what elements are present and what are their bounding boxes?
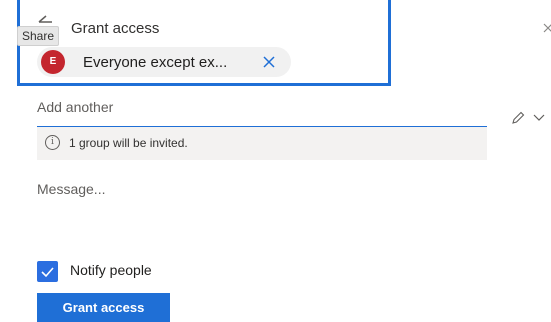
recipient-chip-label: Everyone except ex... [83, 54, 228, 71]
close-icon[interactable] [543, 22, 551, 34]
notify-label: Notify people [70, 262, 152, 278]
dialog-title: Grant access [71, 20, 160, 37]
checkmark-icon [41, 267, 54, 278]
chevron-down-icon[interactable] [532, 112, 546, 122]
pencil-icon[interactable] [510, 110, 526, 126]
close-icon[interactable] [262, 55, 276, 69]
message-input[interactable]: Message... [37, 181, 105, 197]
info-text: 1 group will be invited. [69, 136, 188, 150]
info-banner: i 1 group will be invited. [37, 127, 487, 160]
grant-access-button[interactable]: Grant access [37, 293, 170, 322]
info-icon: i [45, 135, 60, 150]
share-tooltip: Share [17, 26, 60, 46]
notify-checkbox[interactable] [37, 261, 58, 282]
avatar: E [41, 50, 65, 74]
recipient-chip[interactable]: E Everyone except ex... [37, 47, 291, 77]
add-another-input[interactable]: Add another [37, 99, 113, 115]
